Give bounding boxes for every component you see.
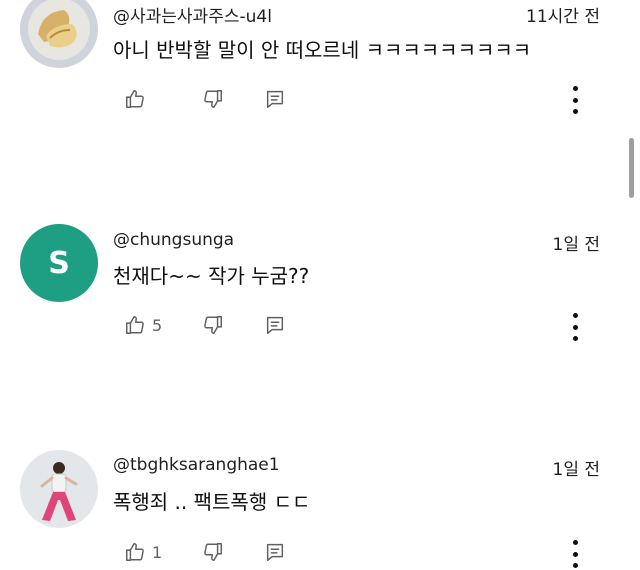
person-photo xyxy=(20,450,98,528)
comment-timestamp: 1일 전 xyxy=(552,460,601,480)
dislike-button[interactable] xyxy=(202,88,264,110)
comment-actions: 1 xyxy=(124,537,286,567)
thumbs-down-icon xyxy=(204,316,222,334)
reply-comment-icon xyxy=(266,90,284,108)
apple-slices-photo xyxy=(20,0,98,68)
thumbs-up-icon xyxy=(126,543,144,561)
like-button[interactable]: 5 xyxy=(124,314,202,336)
thumbs-down-icon xyxy=(204,543,222,561)
comment-timestamp: 1일 전 xyxy=(552,235,601,255)
comment-author[interactable]: @chungsunga xyxy=(113,230,234,250)
dislike-button[interactable] xyxy=(202,541,264,563)
comment-text: 아니 반박할 말이 안 떠오르네 ㅋㅋㅋㅋㅋㅋㅋㅋㅋ xyxy=(113,38,532,62)
reply-button[interactable] xyxy=(264,88,286,110)
comment-text: 폭행죄 .. 팩트폭행 ㄷㄷ xyxy=(113,490,311,514)
thumbs-up-icon xyxy=(126,90,144,108)
more-vert-icon[interactable] xyxy=(563,538,587,570)
dislike-button[interactable] xyxy=(202,314,264,336)
avatar[interactable]: S xyxy=(20,224,98,302)
more-vert-icon[interactable] xyxy=(563,84,587,116)
comment-text: 천재다~~ 작가 누굼?? xyxy=(113,264,310,288)
more-vert-icon[interactable] xyxy=(563,311,587,343)
comment-timestamp: 11시간 전 xyxy=(526,7,600,27)
reply-comment-icon xyxy=(266,316,284,334)
comment-author[interactable]: @사과는사과주스-u4l xyxy=(113,2,272,27)
avatar[interactable] xyxy=(20,450,98,528)
scrollbar-thumb[interactable] xyxy=(629,138,634,198)
comment-actions: 5 xyxy=(124,310,286,340)
reply-button[interactable] xyxy=(264,541,286,563)
like-count: 5 xyxy=(152,315,163,335)
reply-comment-icon xyxy=(266,543,284,561)
like-count: 1 xyxy=(152,542,163,562)
like-button[interactable]: 1 xyxy=(124,541,202,563)
comment-author[interactable]: @tbghksaranghae1 xyxy=(113,455,280,475)
thumbs-up-icon xyxy=(126,316,144,334)
like-button[interactable] xyxy=(124,88,202,110)
thumbs-down-icon xyxy=(204,90,222,108)
avatar[interactable] xyxy=(20,0,98,68)
reply-button[interactable] xyxy=(264,314,286,336)
comment-actions xyxy=(124,84,286,114)
avatar-letter: S xyxy=(48,245,70,281)
